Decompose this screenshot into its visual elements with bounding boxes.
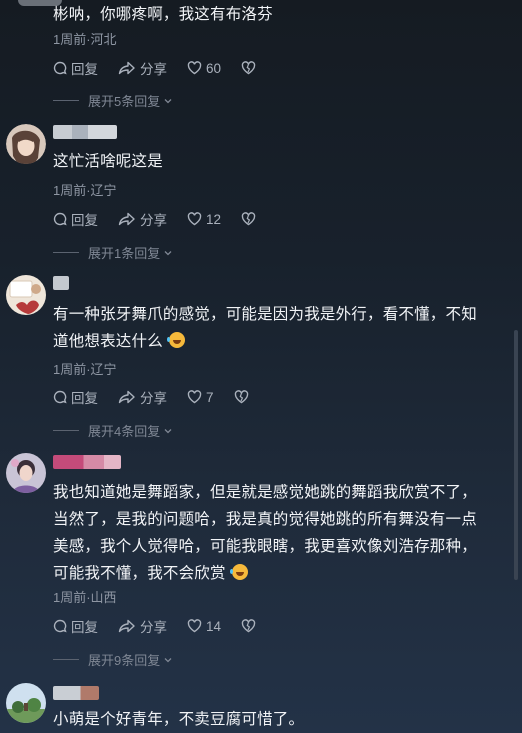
avatar[interactable] [6, 275, 46, 315]
share-label: 分享 [140, 620, 167, 635]
dislike-button[interactable] [241, 61, 260, 75]
expand-replies-button[interactable]: 展开9条回复 [53, 650, 173, 669]
heart-icon [187, 619, 202, 633]
reply-icon [53, 212, 67, 226]
reply-icon [53, 390, 67, 404]
comment-meta: 1周前·辽宁 [53, 183, 117, 198]
avatar[interactable] [6, 124, 46, 164]
comment-text-line: 可能我不懂，我不会欣赏 [53, 560, 503, 587]
broken-heart-icon [241, 619, 256, 633]
username-blurred[interactable] [53, 276, 69, 290]
like-count: 12 [206, 211, 222, 227]
comment-meta: 1周前·河北 [53, 32, 117, 47]
reply-label: 回复 [71, 391, 98, 406]
chevron-down-icon [164, 428, 172, 433]
expand-replies-button[interactable]: 展开1条回复 [53, 243, 173, 262]
expand-divider [53, 659, 79, 660]
share-icon [118, 212, 135, 226]
dislike-button[interactable] [241, 619, 260, 633]
dislike-button[interactable] [241, 212, 260, 226]
broken-heart-icon [241, 61, 256, 75]
share-icon [118, 619, 135, 633]
scrollbar[interactable] [514, 330, 518, 580]
heart-icon [187, 212, 202, 226]
share-icon [118, 61, 135, 75]
share-label: 分享 [140, 62, 167, 77]
share-button[interactable]: 分享 [118, 616, 167, 636]
username-blurred[interactable] [53, 455, 121, 469]
reply-icon [53, 61, 67, 75]
share-button[interactable]: 分享 [118, 387, 167, 407]
comment-text-line: 有一种张牙舞爪的感觉，可能是因为我是外行，看不懂，不知 [53, 306, 477, 323]
share-label: 分享 [140, 391, 167, 406]
laugh-cry-emoji-icon [167, 332, 186, 348]
like-button[interactable]: 12 [187, 212, 221, 227]
comment-actions: 回复 分享 60 [53, 58, 280, 78]
share-button[interactable]: 分享 [118, 209, 167, 229]
reply-button[interactable]: 回复 [53, 387, 98, 407]
comment-text: 这忙活啥呢这是 [53, 153, 163, 170]
comment-text-line: 美感，我个人觉得哈，可能我眼瞎，我更喜欢像刘浩存那种， [53, 538, 477, 555]
like-button[interactable]: 7 [187, 390, 214, 405]
comment-actions: 回复 分享 14 [53, 616, 280, 636]
like-button[interactable]: 14 [187, 619, 221, 634]
expand-replies-button[interactable]: 展开5条回复 [53, 91, 173, 110]
reply-label: 回复 [71, 620, 98, 635]
like-count: 7 [206, 389, 214, 405]
heart-icon [187, 61, 202, 75]
heart-icon [187, 390, 202, 404]
comment-text: 小萌是个好青年，不卖豆腐可惜了。 [53, 711, 305, 728]
expand-divider [53, 100, 79, 101]
comment-text-line: 道他想表达什么 [53, 328, 503, 355]
comment-actions: 回复 分享 7 [53, 387, 273, 407]
expand-replies-label: 展开5条回复 [88, 94, 161, 109]
expand-replies-label: 展开9条回复 [88, 653, 161, 668]
comment-text-line: 我也知道她是舞蹈家，但是就是感觉她跳的舞蹈我欣赏不了， [53, 484, 477, 501]
broken-heart-icon [234, 390, 248, 404]
username-blurred[interactable] [53, 686, 99, 700]
username-blurred[interactable] [53, 125, 117, 139]
comment-meta: 1周前·山西 [53, 590, 117, 605]
chevron-down-icon [164, 98, 172, 103]
expand-divider [53, 252, 79, 253]
avatar[interactable] [6, 453, 46, 493]
share-button[interactable]: 分享 [118, 58, 167, 78]
expand-replies-label: 展开4条回复 [88, 424, 161, 439]
comment-actions: 回复 分享 12 [53, 209, 280, 229]
avatar[interactable] [6, 683, 46, 723]
expand-replies-button[interactable]: 展开4条回复 [53, 421, 173, 440]
share-icon [118, 390, 135, 404]
comment-text-fragment: 可能我不懂，我不会欣赏 [53, 565, 226, 582]
expand-replies-label: 展开1条回复 [88, 246, 161, 261]
comment-text: 我也知道她是舞蹈家，但是就是感觉她跳的舞蹈我欣赏不了， 当然了，是我的问题哈，我… [53, 479, 503, 587]
reply-label: 回复 [71, 213, 98, 228]
laugh-cry-emoji-icon [230, 564, 249, 580]
reply-icon [53, 619, 67, 633]
reply-button[interactable]: 回复 [53, 209, 98, 229]
like-button[interactable]: 60 [187, 61, 221, 76]
share-label: 分享 [140, 213, 167, 228]
comment-text-fragment: 道他想表达什么 [53, 333, 163, 350]
comment-text-line: 当然了，是我的问题哈，我是真的觉得她跳的所有舞没有一点 [53, 511, 477, 528]
chevron-down-icon [164, 250, 172, 255]
like-count: 14 [206, 618, 222, 634]
chevron-down-icon [164, 657, 172, 662]
broken-heart-icon [241, 212, 256, 226]
reply-button[interactable]: 回复 [53, 616, 98, 636]
reply-label: 回复 [71, 62, 98, 77]
expand-divider [53, 430, 79, 431]
comment-text: 彬呐，你哪疼啊，我这有布洛芬 [53, 6, 273, 23]
reply-button[interactable]: 回复 [53, 58, 98, 78]
dislike-button[interactable] [234, 390, 253, 404]
comment-meta: 1周前·辽宁 [53, 362, 117, 377]
like-count: 60 [206, 60, 222, 76]
comment-text: 有一种张牙舞爪的感觉，可能是因为我是外行，看不懂，不知 道他想表达什么 [53, 301, 503, 355]
